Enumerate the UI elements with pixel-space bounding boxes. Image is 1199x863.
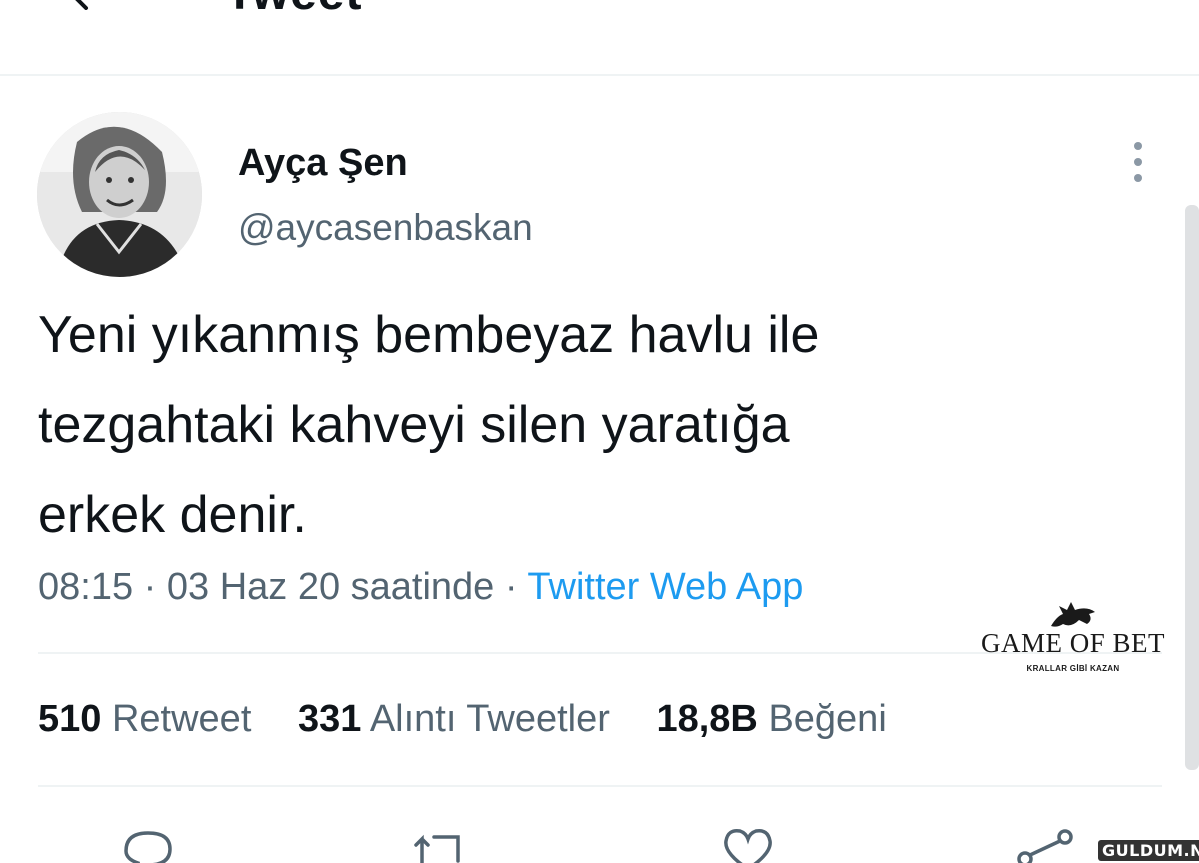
quote-stat[interactable]: 331 Alıntı Tweetler (298, 698, 610, 740)
tweet-source-link[interactable]: Twitter Web App (527, 566, 803, 608)
watermark: GAME OF BET KRALLAR GİBİ KAZAN (978, 598, 1168, 678)
reply-icon[interactable] (118, 825, 178, 863)
tweet-text: Yeni yıkanmış bembeyaz havlu ile tezgaht… (38, 290, 1138, 560)
like-stat[interactable]: 18,8B Beğeni (656, 698, 886, 740)
retweet-count: 510 (38, 698, 102, 740)
wolf-logo-icon (1051, 602, 1095, 627)
top-bar: Tweet (0, 0, 1199, 76)
tweet-line: erkek denir. (38, 486, 307, 544)
divider (38, 785, 1162, 787)
page-title: Tweet (225, 0, 362, 18)
watermark-subtitle: KRALLAR GİBİ KAZAN (1026, 664, 1120, 673)
share-icon[interactable] (1015, 825, 1075, 863)
like-icon[interactable] (718, 825, 778, 863)
retweet-icon[interactable] (412, 825, 472, 863)
avatar[interactable] (37, 112, 202, 277)
site-watermark: GULDUM.NET (1098, 840, 1199, 861)
tweet-meta: 08:15 · 03 Haz 20 saatinde · Twitter Web… (38, 565, 803, 611)
like-count: 18,8B (656, 698, 758, 740)
tweet-line: Yeni yıkanmış bembeyaz havlu ile (38, 306, 820, 364)
author-display-name[interactable]: Ayça Şen (238, 142, 408, 185)
like-label: Beğeni (768, 698, 887, 740)
quote-count: 331 (297, 698, 362, 740)
tweet-stats: 510 Retweet 331 Alıntı Tweetler 18,8B Be… (38, 697, 923, 743)
scrollbar[interactable] (1185, 205, 1199, 770)
quote-label: Alıntı Tweetler (369, 698, 610, 740)
retweet-stat[interactable]: 510 Retweet (38, 698, 251, 740)
arrow-left-icon[interactable] (58, 0, 98, 10)
more-options-icon[interactable] (1124, 140, 1152, 184)
tweet-timestamp[interactable]: 08:15 · 03 Haz 20 saatinde · (38, 566, 527, 608)
retweet-label: Retweet (111, 698, 252, 740)
avatar-photo (37, 112, 202, 277)
author-handle[interactable]: @aycasenbaskan (238, 207, 533, 249)
watermark-title: GAME OF BET (980, 628, 1165, 658)
tweet-line: tezgahtaki kahveyi silen yaratığa (38, 396, 790, 454)
